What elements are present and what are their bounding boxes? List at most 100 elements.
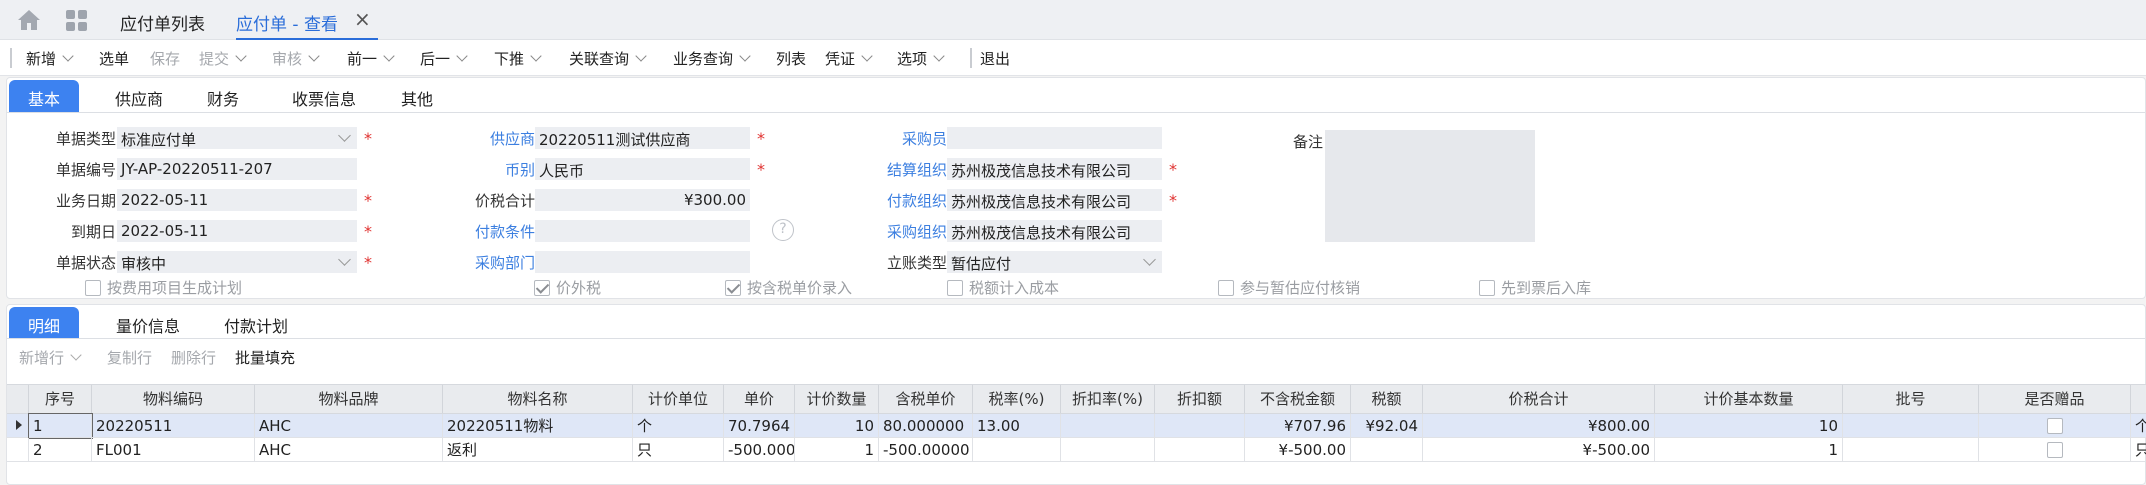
cell-row-selector[interactable] [7,414,29,438]
cell-discount-rate[interactable] [1061,438,1155,462]
tab-other[interactable]: 其他 [387,80,447,112]
push-down-button[interactable]: 下推 [494,48,542,69]
pay-org-field[interactable]: 苏州极茂信息技术有限公司 [947,189,1162,211]
voucher-button[interactable]: 凭证 [825,48,873,69]
cell-price-qty[interactable]: 1 [795,438,879,462]
cell-material-code[interactable]: 20220511 [92,414,255,438]
chevron-down-icon[interactable] [62,50,74,62]
is-gift-checkbox[interactable] [2046,418,2063,434]
col-header-base-qty[interactable]: 计价基本数量 [1655,385,1843,413]
cell-total-incl-tax[interactable]: ¥-500.00 [1423,438,1655,462]
est-payable-writeoff-checkbox[interactable]: 参与暂估应付核销 [1218,277,1360,297]
cell-tax-rate[interactable]: 13.00 [973,414,1061,438]
col-header-discount-rate[interactable]: 折扣率(%) [1061,385,1155,413]
col-header-is-gift[interactable]: 是否赠品 [1979,385,2131,413]
related-query-button[interactable]: 关联查询 [569,48,647,69]
col-header-extra[interactable] [2131,385,2146,413]
cell-price-qty[interactable]: 10 [795,414,879,438]
settle-org-field[interactable]: 苏州极茂信息技术有限公司 [947,158,1162,180]
col-header-total-incl-tax[interactable]: 价税合计 [1423,385,1655,413]
chevron-down-icon[interactable] [70,349,82,361]
tab-invoice-info[interactable]: 收票信息 [269,80,379,112]
chevron-down-icon[interactable] [739,50,751,62]
chevron-down-icon[interactable] [933,50,945,62]
pay-org-label[interactable]: 付款组织 [827,190,947,211]
gen-plan-by-expense-checkbox[interactable]: 按费用项目生成计划 [85,277,242,297]
cell-material-brand[interactable]: AHC [255,438,443,462]
cell-discount-amt[interactable] [1155,438,1245,462]
checkbox-box[interactable] [85,280,101,296]
submit-button[interactable]: 提交 [199,48,247,69]
purchase-org-label[interactable]: 采购组织 [827,221,947,242]
cell-unit-price[interactable]: -500.000 [724,438,795,462]
tab-basic[interactable]: 基本 [9,80,79,112]
purchase-org-field[interactable]: 苏州极茂信息技术有限公司 [947,220,1162,242]
tab-list[interactable]: 应付单列表 [120,10,205,35]
cell-discount-rate[interactable] [1061,414,1155,438]
help-icon[interactable]: ? [772,219,794,241]
col-header-discount-amt[interactable]: 折扣额 [1155,385,1245,413]
options-button[interactable]: 选项 [897,48,945,69]
cell-total-incl-tax[interactable]: ¥800.00 [1423,414,1655,438]
new-button[interactable]: 新增 [26,48,74,69]
cell-amount-excl-tax[interactable]: ¥707.96 [1245,414,1351,438]
chevron-down-icon[interactable] [235,50,247,62]
col-header-material-brand[interactable]: 物料品牌 [255,385,443,413]
close-icon[interactable]: × [354,7,371,31]
select-bill-button[interactable]: 选单 [99,48,129,69]
table-row[interactable]: 1 20220511 AHC 20220511物料个 70.7964 10 80.00000… [7,413,2146,439]
col-header-unit-price[interactable]: 单价 [724,385,795,413]
tax-into-cost-checkbox[interactable]: 税额计入成本 [947,277,1059,297]
cell-batch-no[interactable] [1843,438,1979,462]
purchaser-field[interactable] [947,127,1162,149]
cell-tax-rate[interactable] [973,438,1061,462]
cell-amount-excl-tax[interactable]: ¥-500.00 [1245,438,1351,462]
list-button[interactable]: 列表 [776,48,806,69]
checkbox-box[interactable] [1479,280,1495,296]
cell-extra[interactable]: 个 [2131,414,2146,438]
cell-tax-incl-price[interactable]: 80.000000 [879,414,973,438]
currency-field[interactable]: 人民币 [535,158,750,180]
tax-incl-entry-checkbox[interactable]: 按含税单价录入 [725,277,852,297]
is-gift-checkbox[interactable] [2046,442,2063,458]
cell-price-unit[interactable]: 只 [633,438,724,462]
cell-tax-incl-price[interactable]: -500.00000 [879,438,973,462]
cell-is-gift[interactable] [1979,414,2131,438]
checkbox-box[interactable] [725,280,741,296]
next-button[interactable]: 后一 [420,48,468,69]
chevron-down-icon[interactable] [456,50,468,62]
checkbox-box[interactable] [947,280,963,296]
cell-batch-no[interactable] [1843,414,1979,438]
account-type-select[interactable]: 暂估应付 [947,251,1162,273]
cell-material-brand[interactable]: AHC [255,414,443,438]
tab-view[interactable]: 应付单 - 查看 × [236,0,378,40]
col-header-material-code[interactable]: 物料编码 [92,385,255,413]
col-header-tax-rate[interactable]: 税率(%) [973,385,1061,413]
purchase-dept-label[interactable]: 采购部门 [427,252,535,273]
home-icon[interactable] [16,8,42,32]
add-row-button[interactable]: 新增行 [19,347,82,368]
table-row[interactable]: 2 FL001 AHC 返利只 -500.000 1 -500.00000 ¥-500.00 ¥… [7,438,2146,462]
pay-terms-field[interactable] [535,220,750,242]
biz-date-field[interactable]: 2022-05-11 [117,189,357,211]
chevron-down-icon[interactable] [383,50,395,62]
cell-discount-amt[interactable] [1155,414,1245,438]
cell-material-name[interactable]: 返利 [443,438,633,462]
chevron-down-icon[interactable] [530,50,542,62]
batch-fill-button[interactable]: 批量填充 [235,347,295,368]
checkbox-box[interactable] [1218,280,1234,296]
col-header-batch-no[interactable]: 批号 [1843,385,1979,413]
supplier-field[interactable]: 20220511测试供应商 [535,127,750,149]
cell-base-qty[interactable]: 10 [1655,414,1843,438]
cell-material-name[interactable]: 20220511物料 [443,414,633,438]
cell-seq[interactable]: 2 [29,438,92,462]
tab-supplier[interactable]: 供应商 [91,80,187,112]
cell-base-qty[interactable]: 1 [1655,438,1843,462]
purchaser-label[interactable]: 采购员 [827,128,947,149]
col-header-tax-incl-price[interactable]: 含税单价 [879,385,973,413]
col-header-price-unit[interactable]: 计价单位 [633,385,724,413]
bill-type-select[interactable]: 标准应付单 [117,127,357,149]
apps-grid-icon[interactable] [66,10,88,32]
cell-tax-amt[interactable]: ¥92.04 [1351,414,1423,438]
checkbox-box[interactable] [534,280,550,296]
